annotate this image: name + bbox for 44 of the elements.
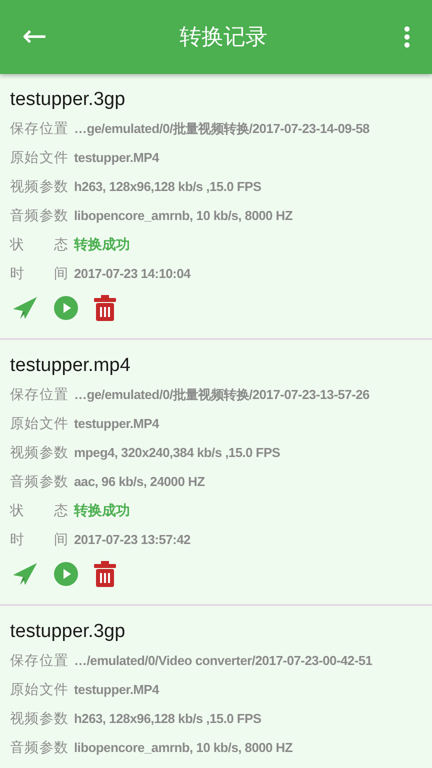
file-name: testupper.3gp [10, 88, 126, 112]
field-value: libopencore_amrnb, 10 kb/s, 8000 HZ [74, 740, 293, 755]
field-value: …ge/emulated/0/批量视频转换/2017-07-23-14-09-58 [74, 120, 370, 138]
field-label: 保存位置 [10, 120, 68, 138]
paper-plane-icon[interactable] [12, 296, 38, 320]
field-label: 原始文件 [10, 680, 68, 698]
field-label: 时 间 [10, 264, 68, 282]
field-value: 2017-07-23 13:57:42 [74, 532, 190, 547]
more-icon[interactable] [404, 26, 410, 48]
field-label: 视频参数 [10, 178, 68, 196]
field-label: 原始文件 [10, 414, 68, 432]
field-value: 2017-07-23 14:10:04 [74, 266, 190, 281]
delete-icon[interactable] [94, 295, 116, 321]
field-label: 状 态 [10, 236, 68, 254]
status-value: 转换成功 [74, 236, 130, 254]
field-value: …/emulated/0/Video converter/2017-07-23-00-42-51 [74, 653, 372, 668]
delete-icon[interactable] [94, 561, 116, 587]
field-value: h263, 128x96,128 kb/s ,15.0 FPS [74, 711, 262, 726]
file-name: testupper.3gp [10, 620, 126, 644]
field-value: testupper.MP4 [74, 150, 159, 165]
play-icon[interactable] [54, 562, 78, 586]
field-value: libopencore_amrnb, 10 kb/s, 8000 HZ [74, 208, 293, 223]
play-icon[interactable] [54, 296, 78, 320]
field-value: h263, 128x96,128 kb/s ,15.0 FPS [74, 179, 262, 194]
field-label: 音频参数 [10, 472, 68, 490]
field-value: testupper.MP4 [74, 416, 159, 431]
field-label: 状 态 [10, 502, 68, 520]
field-label: 保存位置 [10, 652, 68, 670]
field-label: 原始文件 [10, 148, 68, 166]
field-label: 保存位置 [10, 386, 68, 404]
field-label: 视频参数 [10, 444, 68, 462]
field-value: …ge/emulated/0/批量视频转换/2017-07-23-13-57-26 [74, 386, 370, 404]
field-value: mpeg4, 320x240,384 kb/s ,15.0 FPS [74, 445, 280, 460]
back-button[interactable]: ← [16, 22, 54, 52]
screen-title: 转换记录 [178, 23, 269, 51]
status-value: 转换成功 [74, 502, 130, 520]
field-value: aac, 96 kb/s, 24000 HZ [74, 474, 205, 489]
field-value: testupper.MP4 [74, 682, 159, 697]
field-label: 视频参数 [10, 710, 68, 728]
field-label: 音频参数 [10, 738, 68, 756]
field-label: 音频参数 [10, 206, 68, 224]
file-name: testupper.mp4 [10, 354, 132, 378]
field-label: 时 间 [10, 530, 68, 548]
paper-plane-icon[interactable] [12, 562, 38, 586]
